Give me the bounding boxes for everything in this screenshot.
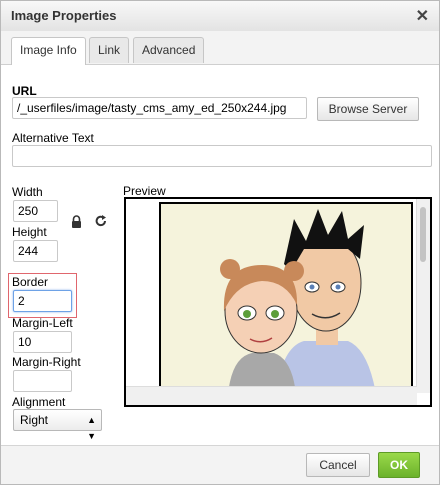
alignment-label: Alignment [12, 395, 66, 409]
border-input[interactable] [13, 290, 72, 312]
url-label: URL [12, 84, 37, 98]
ok-button[interactable]: OK [378, 452, 420, 478]
alt-text-input[interactable] [12, 145, 432, 167]
tab-bar: Image Info Link Advanced [1, 31, 439, 65]
margin-right-input[interactable] [13, 370, 72, 392]
alignment-selected-value: Right [20, 413, 49, 427]
border-label: Border [12, 275, 49, 289]
image-properties-dialog: Image Properties ✕ Image Info Link Advan… [0, 0, 440, 485]
margin-left-label: Margin-Left [12, 316, 73, 330]
width-label: Width [12, 185, 43, 199]
margin-left-input[interactable] [13, 331, 72, 353]
reset-size-icon[interactable] [95, 214, 107, 227]
preview-vertical-scrollbar[interactable] [416, 199, 430, 393]
dialog-footer: Cancel OK [1, 445, 439, 484]
tab-link[interactable]: Link [89, 37, 130, 63]
cancel-button[interactable]: Cancel [306, 453, 370, 477]
dialog-titlebar: Image Properties ✕ [1, 1, 439, 32]
preview-image [159, 202, 413, 394]
margin-right-label: Margin-Right [12, 355, 81, 369]
preview-label: Preview [123, 184, 166, 198]
close-icon[interactable]: ✕ [416, 6, 429, 26]
width-input[interactable] [13, 200, 58, 222]
lock-icon[interactable] [71, 215, 82, 228]
alt-text-label: Alternative Text [12, 131, 94, 145]
tab-image-info[interactable]: Image Info [11, 37, 86, 65]
preview-pane[interactable] [124, 197, 432, 407]
browse-server-button[interactable]: Browse Server [317, 97, 419, 121]
tab-advanced[interactable]: Advanced [133, 37, 205, 63]
dropdown-arrow-icon: ▲ ▼ [87, 415, 96, 441]
alignment-select[interactable]: Right ▲ ▼ [13, 409, 102, 441]
height-label: Height [12, 225, 47, 239]
height-input[interactable] [13, 240, 58, 262]
preview-horizontal-scrollbar[interactable] [126, 386, 417, 405]
scrollbar-thumb[interactable] [420, 207, 426, 262]
dialog-title: Image Properties [11, 8, 117, 23]
url-input[interactable] [12, 97, 307, 119]
